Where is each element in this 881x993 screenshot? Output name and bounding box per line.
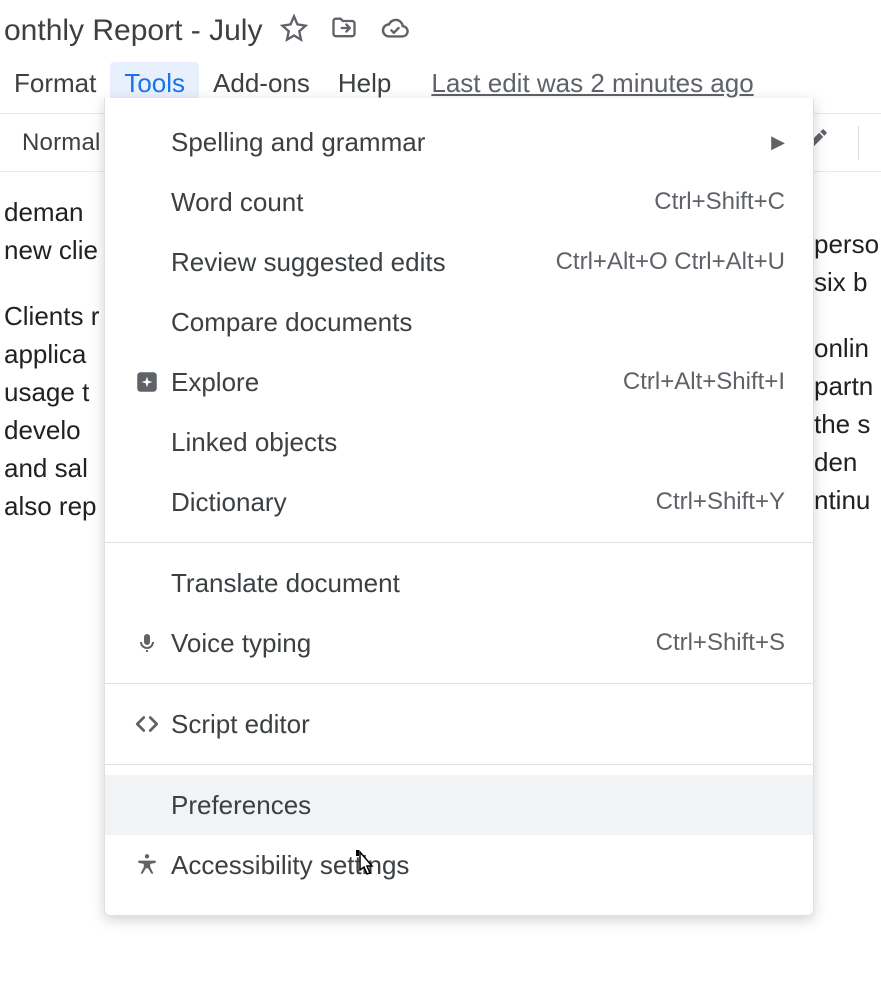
- menu-shortcut: Ctrl+Alt+O Ctrl+Alt+U: [556, 248, 785, 276]
- doc-line: six b: [814, 264, 881, 302]
- menu-compare-documents[interactable]: Compare documents: [105, 292, 813, 352]
- menu-shortcut: Ctrl+Shift+Y: [656, 488, 785, 516]
- microphone-icon: [123, 631, 171, 655]
- chevron-right-icon: ▶: [761, 132, 785, 153]
- toolbar-divider: [858, 126, 859, 160]
- star-icon[interactable]: [280, 14, 308, 49]
- document-title[interactable]: onthly Report - July: [4, 14, 262, 48]
- menu-item-label: Translate document: [171, 568, 785, 599]
- cloud-status-icon[interactable]: [380, 16, 410, 47]
- menu-spelling-grammar[interactable]: Spelling and grammar ▶: [105, 112, 813, 172]
- menu-item-label: Preferences: [171, 790, 785, 821]
- menu-separator: [105, 764, 813, 765]
- menu-review-suggested-edits[interactable]: Review suggested edits Ctrl+Alt+O Ctrl+A…: [105, 232, 813, 292]
- menu-item-label: Explore: [171, 367, 623, 398]
- menu-item-label: Voice typing: [171, 628, 656, 659]
- doc-line: ntinu: [814, 482, 881, 520]
- tools-menu-dropdown: Spelling and grammar ▶ Word count Ctrl+S…: [104, 98, 814, 916]
- menu-item-label: Accessibility settings: [171, 850, 785, 881]
- doc-line: partn: [814, 368, 881, 406]
- accessibility-icon: [123, 852, 171, 878]
- title-bar: onthly Report - July: [0, 0, 881, 56]
- menu-shortcut: Ctrl+Shift+C: [654, 188, 785, 216]
- menu-item-label: Review suggested edits: [171, 247, 556, 278]
- menu-preferences[interactable]: Preferences: [105, 775, 813, 835]
- doc-line: den: [814, 444, 881, 482]
- doc-line: perso: [814, 226, 881, 264]
- last-edit-link[interactable]: Last edit was 2 minutes ago: [405, 68, 753, 99]
- menu-item-label: Dictionary: [171, 487, 656, 518]
- title-icons: [280, 14, 410, 49]
- menu-dictionary[interactable]: Dictionary Ctrl+Shift+Y: [105, 472, 813, 532]
- menu-item-label: Compare documents: [171, 307, 785, 338]
- explore-icon: [123, 369, 171, 395]
- document-body-right: perso six b onlin partn the s den ntinu: [814, 188, 881, 520]
- menu-translate-document[interactable]: Translate document: [105, 553, 813, 613]
- menu-explore[interactable]: Explore Ctrl+Alt+Shift+I: [105, 352, 813, 412]
- menu-voice-typing[interactable]: Voice typing Ctrl+Shift+S: [105, 613, 813, 673]
- menu-accessibility-settings[interactable]: Accessibility settings: [105, 835, 813, 895]
- menu-word-count[interactable]: Word count Ctrl+Shift+C: [105, 172, 813, 232]
- menu-item-label: Script editor: [171, 709, 785, 740]
- menu-shortcut: Ctrl+Shift+S: [656, 629, 785, 657]
- menu-separator: [105, 683, 813, 684]
- menu-item-label: Spelling and grammar: [171, 127, 761, 158]
- paragraph-style-picker[interactable]: Normal: [22, 129, 101, 157]
- menu-item-label: Word count: [171, 187, 654, 218]
- move-folder-icon[interactable]: [330, 14, 358, 49]
- menu-script-editor[interactable]: Script editor: [105, 694, 813, 754]
- doc-line: the s: [814, 406, 881, 444]
- doc-line: onlin: [814, 330, 881, 368]
- menu-shortcut: Ctrl+Alt+Shift+I: [623, 368, 785, 396]
- menu-separator: [105, 542, 813, 543]
- code-icon: [123, 711, 171, 737]
- menu-item-label: Linked objects: [171, 427, 785, 458]
- menu-format[interactable]: Format: [0, 62, 110, 105]
- menu-linked-objects[interactable]: Linked objects: [105, 412, 813, 472]
